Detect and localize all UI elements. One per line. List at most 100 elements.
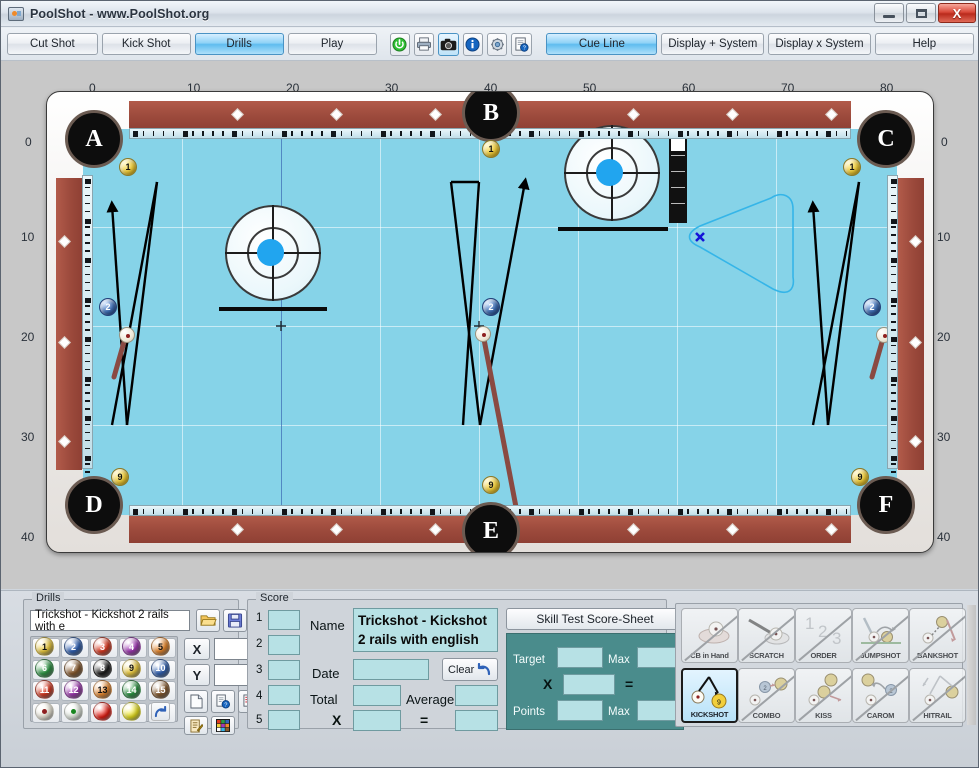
score-input-2[interactable] [268, 635, 300, 655]
new-document-button[interactable] [184, 690, 208, 713]
tab-kick-shot[interactable]: Kick Shot [101, 33, 191, 55]
tab-cut-shot[interactable]: Cut Shot [7, 33, 98, 55]
document-help-button[interactable]: ? [211, 690, 235, 713]
color-palette-button[interactable] [211, 716, 235, 735]
cue-ball-left[interactable] [119, 327, 135, 343]
clear-score-button[interactable]: Clear [442, 658, 498, 681]
drill-ball-13[interactable]: 13 [93, 680, 112, 699]
cb-in-hand-icon [698, 621, 730, 644]
y-coordinate-button[interactable]: Y [184, 664, 210, 686]
shot-type-hitrail-button[interactable]: HITRAIL [909, 668, 966, 723]
pocket-e[interactable]: E [462, 502, 520, 552]
drill-red-ball[interactable] [93, 702, 112, 721]
points-max-value[interactable] [637, 700, 679, 721]
close-button[interactable]: X [938, 3, 976, 23]
pocket-d[interactable]: D [65, 476, 123, 534]
drill-ball-2[interactable]: 2 [64, 637, 83, 656]
help-doc-button[interactable]: ? [511, 32, 532, 56]
score-input-1[interactable] [268, 610, 300, 630]
ball-marker-b-1[interactable]: 1 [482, 140, 500, 158]
score-input-4[interactable] [268, 685, 300, 705]
table-felt[interactable] [82, 125, 898, 516]
button-display-x-system[interactable]: Display x System [768, 33, 871, 55]
shot-type-scratch-button[interactable]: SCRATCH [738, 608, 795, 663]
drill-yellow-ball[interactable] [122, 702, 141, 721]
drill-cue-ball-green-dot[interactable] [64, 702, 83, 721]
target-value[interactable] [557, 647, 603, 668]
power-button[interactable] [389, 32, 411, 56]
vertical-scrollbar-bottom[interactable] [967, 605, 976, 725]
minimize-button[interactable] [874, 3, 904, 23]
maximize-icon [915, 8, 927, 18]
ball-marker-c-1[interactable]: 1 [843, 158, 861, 176]
screenshot-button[interactable] [438, 32, 459, 56]
open-drill-button[interactable] [196, 609, 220, 632]
drill-ball-10[interactable]: 10 [151, 658, 170, 678]
shot-type-bankshot-button[interactable]: BANKSHOT [909, 608, 966, 663]
button-cue-line[interactable]: Cue Line [546, 33, 658, 55]
ball-marker-a-2[interactable]: 2 [99, 298, 117, 316]
skill-multiply-value[interactable] [563, 674, 615, 695]
x-coordinate-button[interactable]: X [184, 638, 210, 660]
drill-select-input[interactable]: Trickshot - Kickshot 2 rails with e [30, 609, 190, 633]
shot-type-order-button[interactable]: 1 2 3 ORDER [795, 608, 852, 663]
pocket-c[interactable]: C [857, 110, 915, 168]
drill-ball-1[interactable]: 1 [35, 637, 54, 656]
score-total-value[interactable] [353, 685, 401, 706]
score-date-value[interactable] [353, 659, 429, 680]
save-drill-button[interactable] [223, 609, 247, 632]
ball-marker-e-9[interactable]: 9 [482, 476, 500, 494]
ball-marker-d-9[interactable]: 9 [111, 468, 129, 486]
skill-test-score-sheet-button[interactable]: Skill Test Score-Sheet [506, 608, 684, 630]
drill-ball-8[interactable]: 8 [93, 658, 112, 678]
pool-table[interactable]: A B C D E F 1 2 9 1 2 9 1 2 9 [46, 91, 934, 553]
drill-ball-12[interactable]: 12 [64, 680, 83, 699]
score-input-3[interactable] [268, 660, 300, 680]
pocket-f[interactable]: F [857, 476, 915, 534]
score-average-value[interactable] [455, 685, 498, 706]
cushion-right [887, 175, 898, 469]
drill-ball-4[interactable]: 4 [122, 637, 141, 656]
ball-marker-mid-2[interactable]: 2 [482, 298, 500, 316]
drill-ball-9[interactable]: 9 [122, 658, 141, 678]
ball-marker-f-9[interactable]: 9 [851, 468, 869, 486]
shot-type-group: CB in Hand SCRATCH 1 2 3 ORDER JUMPSHOT BANKSHO… [675, 603, 966, 727]
y-axis-label-left-0: 0 [25, 135, 32, 149]
target-max-value[interactable] [637, 647, 679, 668]
shot-type-carom-button[interactable]: 2 CAROM [852, 668, 909, 723]
drill-ball-14[interactable]: 14 [122, 680, 141, 699]
shot-type-combo-button[interactable]: 2 COMBO [738, 668, 795, 723]
maximize-button[interactable] [906, 3, 936, 23]
drill-cue-ball-red-dot[interactable] [35, 702, 54, 721]
button-help[interactable]: Help [874, 33, 974, 55]
ball-marker-a-1[interactable]: 1 [119, 158, 137, 176]
shot-type-cb-in-hand-button[interactable]: CB in Hand [681, 608, 738, 663]
print-button[interactable] [414, 32, 435, 56]
drill-ball-11[interactable]: 11 [35, 680, 54, 699]
ball-marker-c-2[interactable]: 2 [863, 298, 881, 316]
score-input-5[interactable] [268, 710, 300, 730]
edit-notes-button[interactable] [184, 716, 208, 735]
drill-undo-arrow[interactable] [151, 702, 170, 721]
drill-ball-6[interactable]: 6 [35, 658, 54, 678]
score-equals-value[interactable] [455, 710, 498, 731]
drill-ball-7[interactable]: 7 [64, 658, 83, 678]
score-name-value[interactable]: Trickshot - Kickshot 2 rails with englis… [353, 608, 498, 652]
tab-drills[interactable]: Drills [194, 33, 284, 55]
pocket-a[interactable]: A [65, 110, 123, 168]
shot-type-jumpshot-button[interactable]: JUMPSHOT [852, 608, 909, 663]
shot-type-kiss-button[interactable]: KISS [795, 668, 852, 723]
cue-ball-middle[interactable] [475, 326, 491, 342]
window-controls: X [874, 3, 976, 23]
points-value[interactable] [557, 700, 603, 721]
drill-ball-5[interactable]: 5 [151, 637, 170, 656]
shot-type-kickshot-button[interactable]: 9 KICKSHOT [681, 668, 738, 723]
score-row-label-2: 2 [256, 638, 263, 650]
drill-ball-3[interactable]: 3 [93, 637, 112, 656]
button-display-plus-system[interactable]: Display + System [661, 33, 765, 55]
info-button[interactable] [462, 32, 483, 56]
score-x-value[interactable] [353, 710, 401, 731]
drill-ball-15[interactable]: 15 [151, 680, 170, 699]
tab-play[interactable]: Play [287, 33, 377, 55]
settings-button[interactable] [486, 32, 508, 56]
